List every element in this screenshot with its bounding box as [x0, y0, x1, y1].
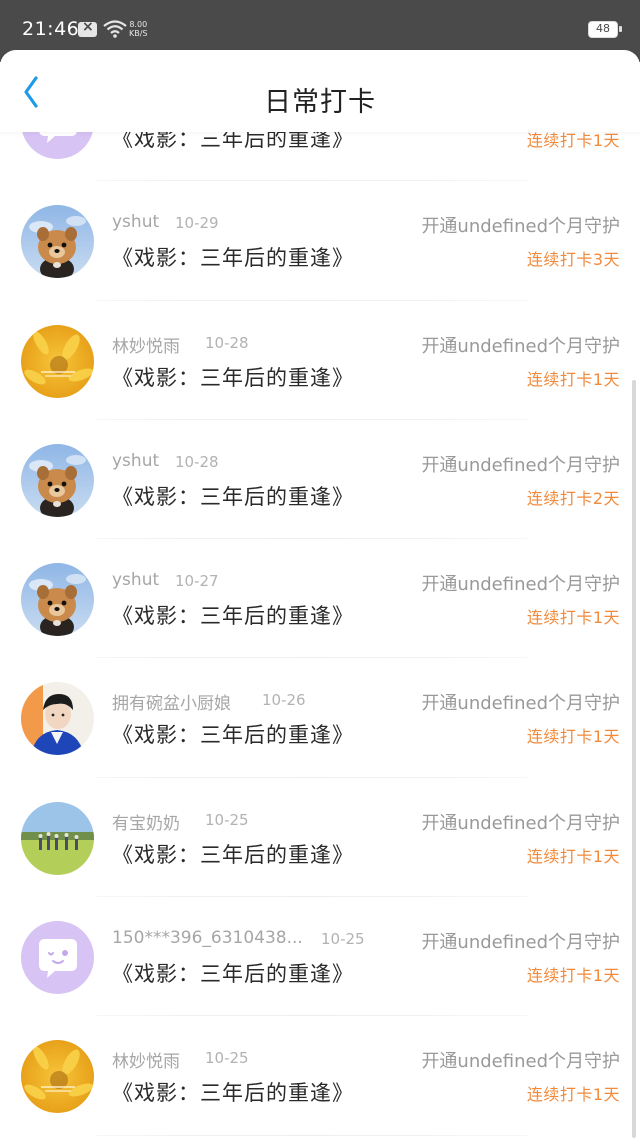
- user-name[interactable]: 拥有碗盆小厨娘: [112, 689, 231, 714]
- guard-status: 开通undefined个月守护: [421, 812, 620, 834]
- page-title: 日常打卡: [264, 87, 376, 118]
- checkin-date: 10-29: [175, 214, 219, 233]
- list-item[interactable]: 有宝奶奶 10-25 《戏影：三年后的重逢》 开通undefined个月守护连续打卡1…: [0, 778, 640, 898]
- scrollbar[interactable]: [632, 380, 636, 1138]
- novel-title[interactable]: 《戏影：三年后的重逢》: [112, 132, 354, 153]
- user-avatar[interactable]: [21, 324, 94, 398]
- checkin-streak: 连续打卡1天: [526, 369, 620, 389]
- user-name[interactable]: yshut: [112, 570, 159, 590]
- network-speed-value: 8.00: [129, 20, 148, 29]
- divider: [97, 1134, 527, 1136]
- user-name[interactable]: 150***396_6310438...: [112, 928, 303, 948]
- status-time: 21:46: [22, 18, 80, 40]
- list-item[interactable]: 《戏影：三年后的重逢》 连续打卡1天: [0, 132, 640, 182]
- guard-status: 开通undefined个月守护: [421, 693, 620, 715]
- guard-status: 开通undefined个月守护: [421, 574, 620, 596]
- network-speed-unit: KB/S: [129, 29, 148, 38]
- user-name[interactable]: 林妙悦雨: [112, 332, 180, 357]
- checkin-date: 10-25: [321, 930, 365, 949]
- novel-title[interactable]: 《戏影：三年后的重逢》: [112, 362, 354, 392]
- novel-title[interactable]: 《戏影：三年后的重逢》: [112, 839, 354, 869]
- notification-icon: [78, 19, 97, 37]
- checkin-streak: 连续打卡2天: [526, 488, 620, 508]
- checkin-date: 10-28: [205, 333, 249, 352]
- guard-status: 开通undefined个月守护: [421, 335, 620, 357]
- novel-title[interactable]: 《戏影：三年后的重逢》: [112, 481, 354, 511]
- user-avatar[interactable]: [21, 921, 94, 995]
- novel-title[interactable]: 《戏影：三年后的重逢》: [112, 958, 354, 988]
- list-item[interactable]: 林妙悦雨 10-28 《戏影：三年后的重逢》 开通undefined个月守护连续打卡1…: [0, 301, 640, 420]
- wifi-icon: [103, 20, 127, 38]
- novel-title[interactable]: 《戏影：三年后的重逢》: [112, 242, 354, 272]
- checkin-date: 10-28: [175, 452, 219, 471]
- novel-title[interactable]: 《戏影：三年后的重逢》: [112, 1077, 354, 1107]
- user-avatar[interactable]: [21, 443, 94, 517]
- battery-level: 48: [596, 22, 610, 35]
- list-item[interactable]: yshut 10-29 《戏影：三年后的重逢》 开通undefined个月守护连续打卡…: [0, 181, 640, 301]
- list-item[interactable]: 拥有碗盆小厨娘 10-26 《戏影：三年后的重逢》 开通undefined个月守护连续…: [0, 658, 640, 778]
- checkin-streak: 连续打卡1天: [526, 727, 620, 747]
- user-avatar[interactable]: [21, 682, 94, 756]
- user-name[interactable]: yshut: [112, 212, 159, 232]
- guard-status: 开通undefined个月守护: [421, 932, 620, 954]
- user-avatar[interactable]: [21, 132, 94, 159]
- guard-status: 开通undefined个月守护: [421, 216, 620, 238]
- user-name[interactable]: 有宝奶奶: [112, 809, 180, 834]
- checkin-streak: 连续打卡1天: [526, 1085, 620, 1105]
- user-avatar[interactable]: [21, 205, 94, 279]
- guard-status: 开通undefined个月守护: [421, 1051, 620, 1073]
- novel-title[interactable]: 《戏影：三年后的重逢》: [112, 719, 354, 749]
- checkin-streak: 连续打卡3天: [526, 250, 620, 270]
- checkin-streak: 连续打卡1天: [526, 132, 620, 150]
- novel-title[interactable]: 《戏影：三年后的重逢》: [112, 600, 354, 630]
- list-item[interactable]: yshut 10-28 《戏影：三年后的重逢》 开通undefined个月守护连续打卡…: [0, 420, 640, 540]
- checkin-streak: 连续打卡1天: [526, 966, 620, 986]
- user-name[interactable]: yshut: [112, 451, 159, 471]
- network-speed: 8.00 KB/S: [129, 20, 148, 38]
- checkin-date: 10-25: [205, 1049, 249, 1068]
- list-item[interactable]: 150***396_6310438... 10-25 《戏影：三年后的重逢》 开通un…: [0, 897, 640, 1017]
- checkin-streak: 连续打卡1天: [526, 846, 620, 866]
- list-item[interactable]: 林妙悦雨 10-25 《戏影：三年后的重逢》 开通undefined个月守护连续打卡1…: [0, 1016, 640, 1136]
- user-avatar[interactable]: [21, 1040, 94, 1114]
- user-name[interactable]: 林妙悦雨: [112, 1047, 180, 1072]
- checkin-date: 10-27: [175, 572, 219, 591]
- checkin-date: 10-26: [262, 691, 306, 710]
- page-header: 日常打卡: [0, 50, 640, 132]
- checkin-list[interactable]: 《戏影：三年后的重逢》 连续打卡1天 yshut 10-29 《戏影：三年后的重逢》 开通…: [0, 132, 640, 1138]
- checkin-date: 10-25: [205, 810, 249, 829]
- battery-icon: 48: [588, 21, 622, 38]
- list-item[interactable]: yshut 10-27 《戏影：三年后的重逢》 开通undefined个月守护连续打卡…: [0, 539, 640, 659]
- checkin-streak: 连续打卡1天: [526, 608, 620, 628]
- user-avatar[interactable]: [21, 563, 94, 637]
- guard-status: 开通undefined个月守护: [421, 454, 620, 476]
- user-avatar[interactable]: [21, 801, 94, 875]
